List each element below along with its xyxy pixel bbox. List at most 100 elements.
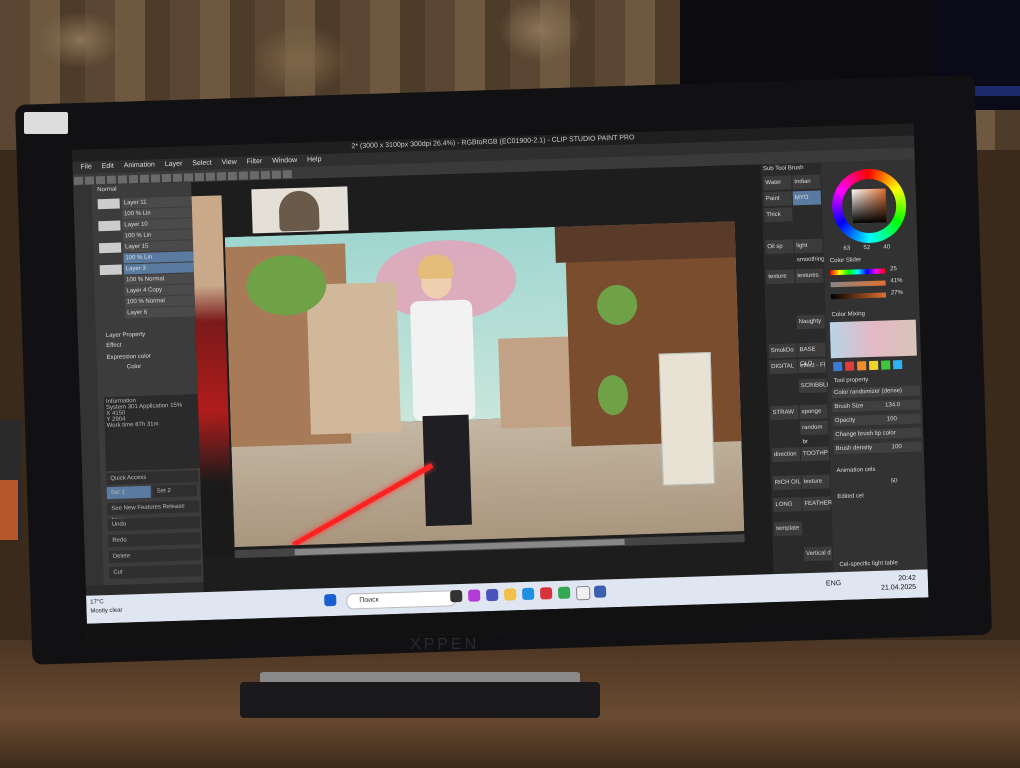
- undo-button[interactable]: Undo: [107, 516, 200, 532]
- brush-item[interactable]: LONG: [773, 497, 802, 513]
- hue-value[interactable]: 25: [890, 266, 912, 275]
- brush-item[interactable]: template: [774, 521, 803, 537]
- brush-item[interactable]: Water: [763, 175, 792, 191]
- tool-icon[interactable]: [106, 175, 117, 184]
- menu-view[interactable]: View: [222, 159, 237, 166]
- hue-slider-track[interactable]: [830, 268, 886, 276]
- tool-icon[interactable]: [161, 173, 172, 183]
- tool-icon[interactable]: [260, 170, 271, 180]
- blend-mode[interactable]: Normal: [97, 187, 117, 194]
- brush-item[interactable]: BASE CLO: [797, 342, 826, 367]
- brush-item[interactable]: texture: [801, 474, 831, 490]
- delete-button[interactable]: Delete: [108, 548, 201, 564]
- task-view-icon[interactable]: [450, 589, 463, 603]
- color-swatch[interactable]: [845, 361, 855, 371]
- tool-icon[interactable]: [139, 174, 150, 183]
- cut-button[interactable]: Cut: [109, 564, 202, 580]
- layer-row[interactable]: Layer 6: [125, 306, 196, 319]
- tool-icon[interactable]: [194, 172, 205, 182]
- color-swatch[interactable]: [833, 361, 843, 372]
- tool-icon[interactable]: [282, 170, 292, 179]
- tool-icon[interactable]: [150, 174, 161, 183]
- weather-widget[interactable]: 17°C Mostly clear: [90, 597, 151, 619]
- set1-tab[interactable]: Set 1: [106, 485, 151, 500]
- animation-cels-value[interactable]: 50: [891, 478, 898, 484]
- brush-item[interactable]: Naughty: [796, 314, 825, 330]
- tool-icon[interactable]: [249, 171, 260, 180]
- opacity-value[interactable]: 100: [887, 416, 897, 422]
- edge-icon[interactable]: [521, 587, 535, 601]
- brightness-slider-track[interactable]: [830, 292, 887, 300]
- menu-edit[interactable]: Edit: [102, 163, 114, 170]
- color-saturation-square[interactable]: [851, 188, 887, 224]
- menu-animation[interactable]: Animation: [124, 161, 155, 169]
- menu-select[interactable]: Select: [192, 160, 212, 168]
- brush-item[interactable]: SCRIBBLE: [798, 378, 831, 394]
- brightness-slider[interactable]: 27%: [830, 290, 913, 301]
- saturation-value[interactable]: 41%: [890, 278, 912, 287]
- brush-item[interactable]: random br: [799, 420, 829, 445]
- brush-size-value[interactable]: 134.0: [885, 402, 900, 408]
- color-swatch[interactable]: [881, 360, 891, 370]
- tool-icon[interactable]: [128, 174, 139, 184]
- menu-layer[interactable]: Layer: [165, 161, 183, 169]
- opacity-row[interactable]: Opacity 100: [832, 413, 922, 427]
- redo-button[interactable]: Redo: [108, 532, 201, 548]
- start-icon[interactable]: [324, 593, 337, 607]
- brush-item[interactable]: direction: [771, 447, 801, 463]
- brush-item[interactable]: FEATHER: [802, 496, 832, 512]
- brush-size-row[interactable]: Brush Size 134.0: [832, 399, 921, 413]
- tool-icon[interactable]: [183, 173, 194, 182]
- brush-item[interactable]: texture: [766, 269, 795, 285]
- brush-item[interactable]: DIGITAL: [768, 359, 798, 375]
- color-swatch[interactable]: [869, 360, 879, 371]
- menu-file[interactable]: File: [80, 163, 91, 170]
- tool-icon[interactable]: [95, 175, 106, 185]
- menu-help[interactable]: Help: [307, 156, 322, 163]
- brush-item[interactable]: STRAW: [770, 405, 799, 421]
- brush-density-row[interactable]: Brush density 100: [833, 441, 922, 455]
- saturation-slider[interactable]: 41%: [830, 278, 912, 289]
- brush-item[interactable]: RICH OIL: [772, 475, 802, 491]
- system-clock[interactable]: 20:42 21.04.2025: [856, 574, 917, 596]
- chrome-icon[interactable]: [557, 586, 571, 599]
- brush-item-selected[interactable]: MYO: [792, 190, 822, 206]
- hue-slider[interactable]: 25: [830, 266, 912, 277]
- brightness-value[interactable]: 27%: [891, 290, 913, 299]
- artwork-canvas[interactable]: [224, 221, 745, 548]
- tool-icon[interactable]: [271, 170, 281, 179]
- app-icon[interactable]: [539, 587, 553, 600]
- copilot-icon[interactable]: [468, 589, 481, 602]
- brush-item[interactable]: SmokDo: [768, 343, 797, 359]
- tool-icon[interactable]: [205, 172, 216, 181]
- tool-icon[interactable]: [238, 171, 249, 180]
- color-mixing-area[interactable]: [829, 319, 917, 359]
- language-indicator[interactable]: ENG: [826, 580, 841, 587]
- set2-tab[interactable]: Set 2: [152, 484, 197, 498]
- brush-item[interactable]: Vertical d: [803, 546, 833, 562]
- brush-density-value[interactable]: 100: [892, 444, 902, 450]
- brush-item[interactable]: Oil sp: [765, 239, 794, 255]
- clip-studio-icon[interactable]: [575, 585, 591, 601]
- file-explorer-icon[interactable]: [503, 588, 517, 601]
- tool-icon[interactable]: [84, 176, 95, 185]
- tool-icon[interactable]: [227, 171, 238, 181]
- app-icon[interactable]: [593, 585, 607, 598]
- brush-item[interactable]: TOOTHP: [800, 446, 830, 462]
- tool-icon[interactable]: [117, 175, 128, 184]
- menu-filter[interactable]: Filter: [247, 158, 263, 165]
- tool-icon[interactable]: [216, 172, 227, 181]
- saturation-slider-track[interactable]: [830, 280, 886, 288]
- change-tip-color-checkbox[interactable]: Change brush tip color: [833, 427, 922, 441]
- teams-icon[interactable]: [486, 588, 499, 602]
- brush-item[interactable]: textures: [795, 268, 824, 284]
- brush-item[interactable]: Paint: [763, 191, 793, 207]
- menu-window[interactable]: Window: [272, 157, 297, 165]
- brush-item[interactable]: light smoothing: [794, 238, 825, 263]
- expression-color-select[interactable]: Color: [127, 364, 142, 370]
- tool-icon[interactable]: [172, 173, 183, 182]
- color-swatch[interactable]: [893, 360, 903, 370]
- brush-item[interactable]: Thick: [764, 207, 793, 223]
- tool-icon[interactable]: [73, 176, 84, 185]
- brush-item[interactable]: sponge: [799, 404, 828, 420]
